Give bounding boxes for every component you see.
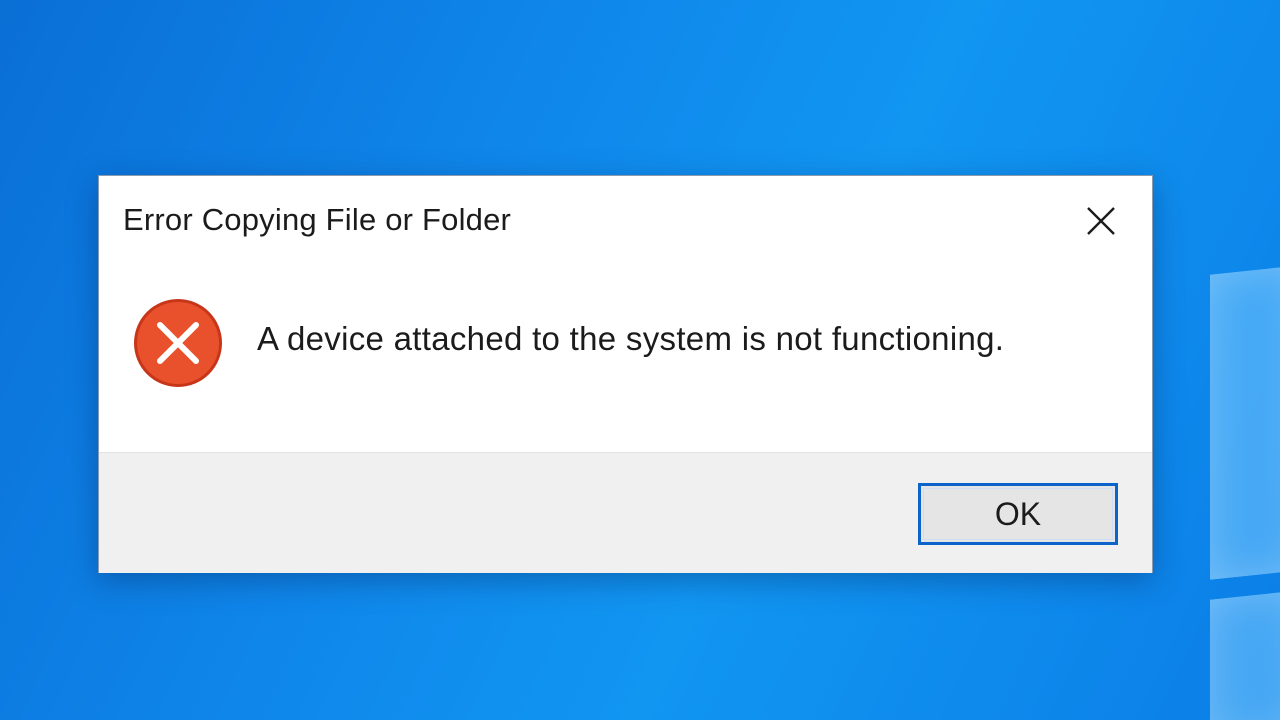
dialog-title-bar[interactable]: Error Copying File or Folder [99,176,1152,266]
close-button[interactable] [1078,198,1124,244]
dialog-footer: OK [99,452,1152,573]
error-icon [134,299,222,387]
windows-logo-pane-upper [1210,265,1280,580]
ok-button-label: OK [994,495,1042,532]
ok-button[interactable]: OK [918,483,1118,545]
close-icon [1087,207,1115,235]
error-message: A device attached to the system is not f… [257,320,1005,357]
dialog-title: Error Copying File or Folder [123,202,512,237]
dialog-content: A device attached to the system is not f… [99,266,1152,452]
error-dialog: Error Copying File or Folder A device at… [98,175,1153,573]
windows-logo-pane-lower [1210,590,1280,720]
